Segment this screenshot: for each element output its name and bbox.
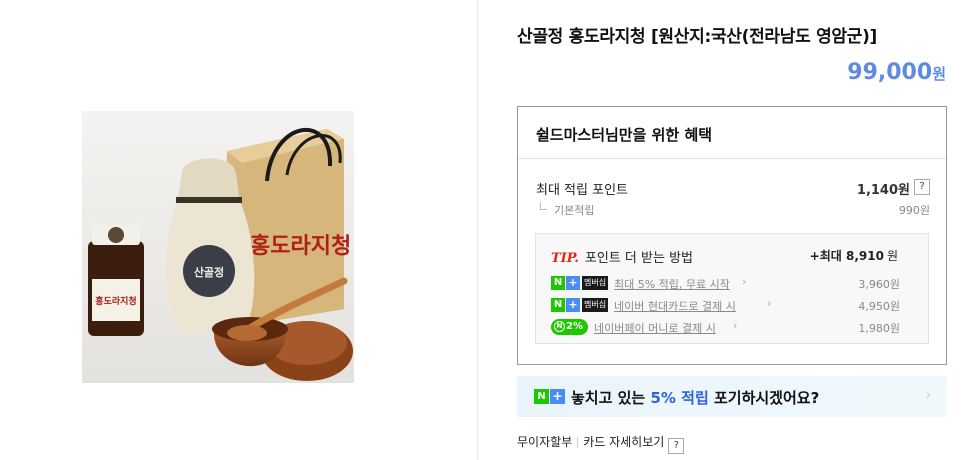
jar-label-text: 홍도라지청 (95, 295, 136, 307)
pay-link[interactable]: 네이버페이 머니로 결제 시 (594, 320, 716, 336)
benefit-panel: 쉴드마스터님만을 위한 혜택 최대 적립 포인트 1,140원 ? 기본적립 9… (517, 106, 947, 365)
plus-icon: + (566, 298, 580, 312)
product-photo-illustration: 홍도라지청 산골정 홍도라지청 (82, 111, 354, 383)
tip-tag: TIP. (551, 251, 579, 266)
tip-item-pay: N 2% 네이버페이 머니로 결제 시 › 1,980원 (551, 319, 900, 335)
plus-icon: + (550, 389, 565, 404)
pay-amount: 1,980원 (858, 322, 900, 335)
pouch-logo-text: 산골정 (194, 265, 224, 279)
naver-n-icon: N (551, 298, 565, 312)
tip-item-card: N + 멤버십 네이버 현대카드로 결제 시 › 4,950원 (551, 297, 900, 313)
banner-text-highlight: 5% 적립 (650, 389, 709, 407)
plus-icon: + (566, 276, 580, 290)
tip-box: TIP. 포인트 더 받는 방법 +최대 8,910 원 N + 멤버십 최대 5%… (535, 233, 929, 344)
base-points-row: 기본적립 990원 (536, 202, 930, 218)
installment-link[interactable]: 무이자할부 (517, 435, 572, 449)
footer-links: 무이자할부 카드 자세히보기? (517, 433, 685, 454)
membership-amount: 3,960원 (858, 278, 900, 291)
base-points-label: 기본적립 (554, 204, 595, 217)
tree-corner-icon (540, 202, 547, 210)
naver-pay-badge: N 2% (551, 319, 588, 335)
max-points-value: 1,140원 (856, 183, 910, 198)
product-price: 99,000원 (847, 60, 946, 85)
chevron-right-icon: › (742, 275, 747, 288)
product-title: 산골정 홍도라지청 [원산지:국산(전라남도 영암군)] (517, 27, 878, 47)
tip-max-prefix: +최대 (809, 249, 842, 263)
banner-text-after: 포기하시겠어요? (708, 389, 820, 407)
price-unit: 원 (932, 65, 946, 83)
membership-banner[interactable]: N + 놓치고 있는 5% 적립 포기하시겠어요? › (517, 376, 947, 417)
naver-n-icon: N (534, 389, 549, 404)
base-points-value: 990원 (898, 204, 930, 217)
separator (577, 437, 579, 447)
membership-badge: 멤버십 (582, 276, 609, 290)
product-image[interactable]: 홍도라지청 산골정 홍도라지청 (82, 111, 354, 383)
tip-max: +최대 8,910 원 (810, 247, 898, 264)
help-icon[interactable]: ? (668, 438, 685, 454)
vertical-divider (477, 0, 478, 460)
membership-link[interactable]: 최대 5% 적립, 무료 시작 (614, 276, 730, 292)
help-icon[interactable]: ? (914, 179, 930, 195)
tip-max-value: 8,910 (845, 249, 884, 263)
banner-text-before: 놓치고 있는 (571, 389, 651, 407)
card-link[interactable]: 네이버 현대카드로 결제 시 (614, 298, 736, 314)
banner-text: 놓치고 있는 5% 적립 포기하시겠어요? (571, 387, 819, 408)
card-detail-link[interactable]: 카드 자세히보기 (583, 435, 664, 449)
membership-badge: 멤버십 (582, 298, 609, 312)
max-points-label: 최대 적립 포인트 (536, 183, 628, 198)
chevron-right-icon: › (925, 388, 931, 403)
chevron-right-icon: › (767, 297, 772, 310)
naver-pay-percent: 2% (566, 321, 583, 332)
benefit-heading: 쉴드마스터님만을 위한 혜택 (518, 107, 946, 159)
tip-max-unit: 원 (886, 249, 898, 263)
tip-item-membership: N + 멤버십 최대 5% 적립, 무료 시작 › 3,960원 (551, 275, 900, 291)
chevron-right-icon: › (733, 319, 738, 332)
tip-label: 포인트 더 받는 방법 (584, 251, 693, 266)
naver-pay-icon: N (554, 321, 565, 332)
price-value: 99,000 (847, 60, 933, 85)
naver-n-icon: N (551, 276, 565, 290)
card-amount: 4,950원 (858, 300, 900, 313)
box-logo-text: 홍도라지청 (250, 233, 351, 259)
tip-heading: TIP. 포인트 더 받는 방법 (551, 247, 693, 266)
max-points-row: 최대 적립 포인트 1,140원 ? (536, 179, 930, 199)
